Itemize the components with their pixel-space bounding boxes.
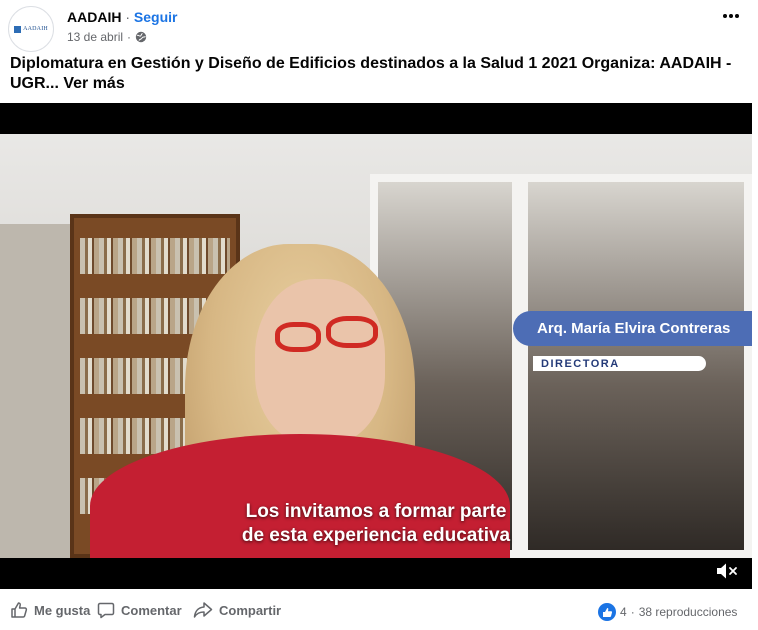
- comment-label: Comentar: [121, 602, 182, 618]
- separator: ·: [125, 9, 131, 25]
- share-label: Compartir: [219, 602, 282, 618]
- glasses-lens: [326, 316, 378, 348]
- video-subtitle: Los invitamos a formar parte de esta exp…: [0, 500, 752, 548]
- page-avatar[interactable]: AADAIH: [8, 6, 54, 52]
- thumbs-up-icon: [602, 607, 612, 617]
- like-button[interactable]: Me gusta: [10, 601, 90, 619]
- action-bar: Me gusta Comentar Compartir 4 · 38 repro…: [0, 597, 758, 627]
- separator: ·: [630, 605, 635, 619]
- author-line: AADAIH · Seguir: [67, 9, 177, 25]
- see-more-link[interactable]: Ver más: [63, 75, 124, 92]
- more-options-button[interactable]: [718, 6, 744, 26]
- glasses-lens: [275, 322, 321, 352]
- post-stats: 4 · 38 reproducciones: [598, 603, 737, 621]
- share-arrow-icon: [193, 602, 213, 618]
- person-face: [255, 279, 385, 444]
- like-label: Me gusta: [34, 602, 91, 618]
- more-dots-icon: [723, 14, 739, 18]
- globe-icon: [135, 31, 147, 43]
- like-reaction-icon[interactable]: [598, 603, 616, 621]
- post-header: AADAIH AADAIH · Seguir 13 de abril ·: [0, 0, 758, 52]
- subtitle-line: de esta experiencia educativa: [241, 525, 511, 546]
- page-name[interactable]: AADAIH: [67, 9, 121, 25]
- video-player[interactable]: Arq. María Elvira Contreras DIRECTORA Lo…: [0, 103, 752, 589]
- post-date[interactable]: 13 de abril: [67, 30, 123, 44]
- speaker-muted-icon: [717, 563, 737, 579]
- lower-third-role: DIRECTORA: [533, 356, 706, 371]
- video-frame[interactable]: Arq. María Elvira Contreras DIRECTORA Lo…: [0, 134, 752, 558]
- follow-button[interactable]: Seguir: [134, 9, 178, 25]
- avatar-text: AADAIH: [23, 26, 48, 32]
- comment-button[interactable]: Comentar: [97, 601, 182, 619]
- comment-bubble-icon: [97, 602, 115, 619]
- lower-third-name: Arq. María Elvira Contreras: [513, 311, 752, 346]
- shelf-books: [80, 238, 230, 274]
- avatar-logo: AADAIH: [14, 25, 48, 33]
- post-text: Diplomatura en Gestión y Diseño de Edifi…: [10, 54, 748, 94]
- separator: ·: [127, 30, 132, 44]
- post-meta: 13 de abril ·: [67, 30, 147, 44]
- view-count[interactable]: 38 reproducciones: [639, 605, 738, 619]
- thumbs-up-icon: [11, 602, 28, 618]
- subtitle-line: Los invitamos a formar parte: [245, 501, 507, 522]
- logo-square-icon: [14, 25, 22, 33]
- share-button[interactable]: Compartir: [193, 601, 281, 619]
- unmute-button[interactable]: [714, 558, 740, 584]
- reaction-count[interactable]: 4: [620, 605, 627, 619]
